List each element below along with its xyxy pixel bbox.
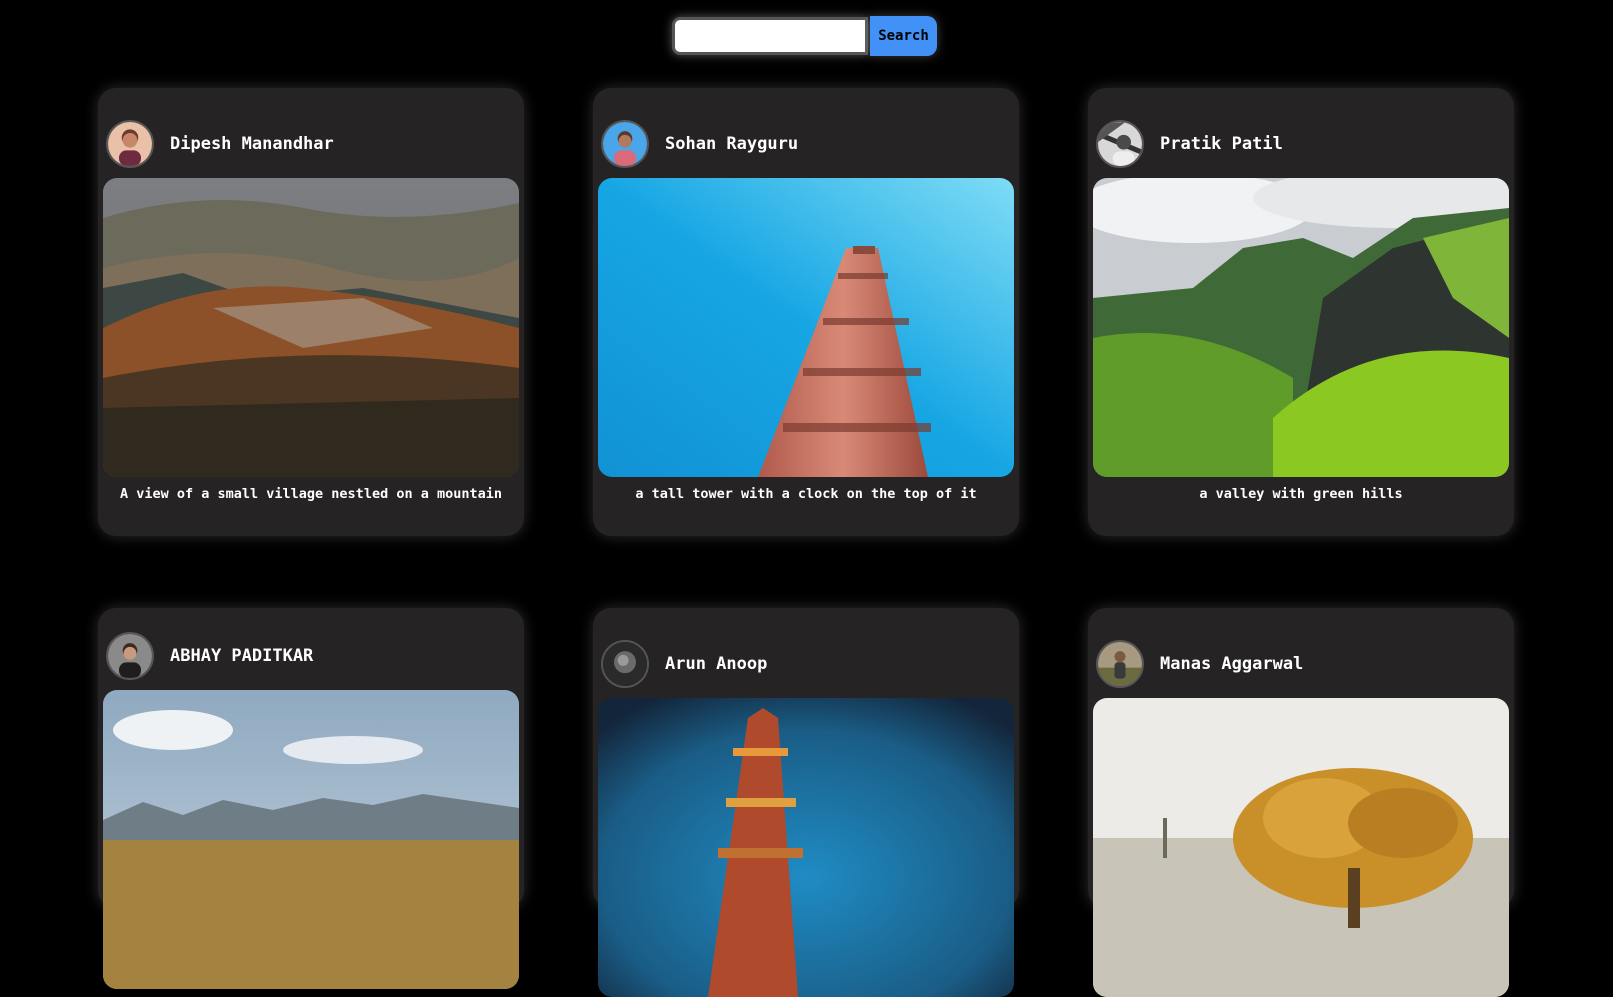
search-button[interactable]: Search <box>870 16 937 56</box>
post-photo[interactable] <box>1093 698 1509 997</box>
post-card: Manas Aggarwal <box>1088 608 1514 997</box>
post-card: Pratik Patil a valley with green hills <box>1088 88 1514 536</box>
post-header: Sohan Rayguru <box>601 120 798 168</box>
author-name[interactable]: Manas Aggarwal <box>1160 654 1303 674</box>
user-avatar[interactable] <box>1096 120 1144 168</box>
post-header: ABHAY PADITKAR <box>106 632 313 680</box>
author-name[interactable]: Arun Anoop <box>665 654 767 674</box>
user-avatar[interactable] <box>106 632 154 680</box>
author-name[interactable]: Sohan Rayguru <box>665 134 798 154</box>
post-photo[interactable] <box>103 178 519 477</box>
post-card: Arun Anoop <box>593 608 1019 997</box>
user-avatar[interactable] <box>601 640 649 688</box>
search-bar: Search <box>672 16 937 56</box>
post-caption: A view of a small village nestled on a m… <box>119 486 502 502</box>
post-photo[interactable] <box>598 698 1014 997</box>
post-header: Manas Aggarwal <box>1096 640 1303 688</box>
post-header: Pratik Patil <box>1096 120 1283 168</box>
post-photo[interactable] <box>1093 178 1509 477</box>
author-name[interactable]: Dipesh Manandhar <box>170 134 334 154</box>
post-card: ABHAY PADITKAR <box>98 608 524 989</box>
search-input[interactable] <box>672 17 868 55</box>
post-photo[interactable] <box>598 178 1014 477</box>
post-header: Dipesh Manandhar <box>106 120 334 168</box>
author-name[interactable]: Pratik Patil <box>1160 134 1283 154</box>
post-card: Sohan Rayguru a tall tower with a clock … <box>593 88 1019 536</box>
post-caption: a valley with green hills <box>1199 486 1403 502</box>
post-caption: a tall tower with a clock on the top of … <box>635 486 977 502</box>
post-card: Dipesh Manandhar A view of a small villa… <box>98 88 524 536</box>
post-header: Arun Anoop <box>601 640 767 688</box>
user-avatar[interactable] <box>601 120 649 168</box>
post-photo[interactable] <box>103 690 519 989</box>
user-avatar[interactable] <box>106 120 154 168</box>
author-name[interactable]: ABHAY PADITKAR <box>170 646 313 666</box>
user-avatar[interactable] <box>1096 640 1144 688</box>
